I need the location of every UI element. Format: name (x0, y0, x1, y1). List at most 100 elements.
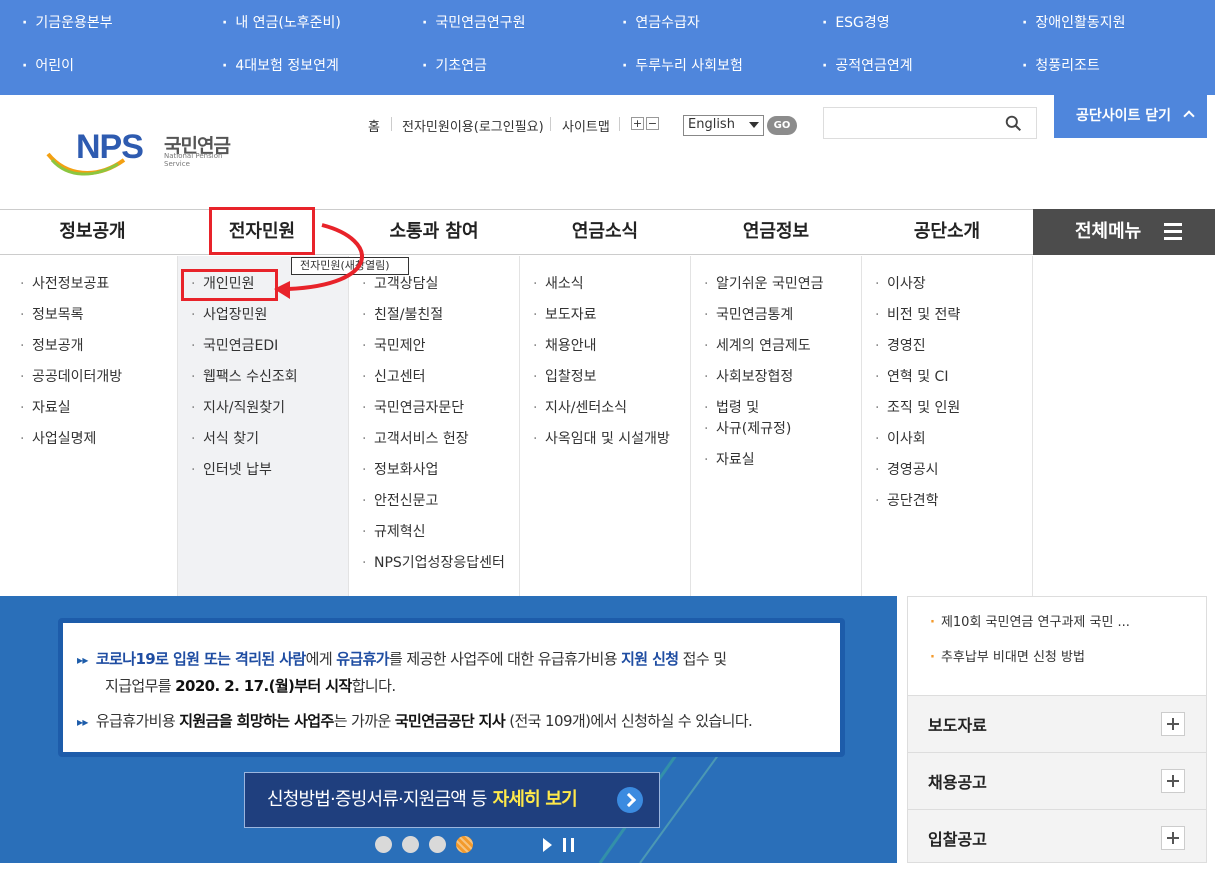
menu-item[interactable]: 국민연금통계 (704, 305, 793, 326)
menu-item[interactable]: 서식 찾기 (191, 429, 259, 450)
menu-item[interactable]: 안전신문고 (362, 491, 438, 512)
menu-item[interactable]: 인터넷 납부 (191, 460, 272, 481)
site-link-insurance[interactable]: 4대보험 정보연계 (222, 55, 339, 75)
zoom-out-button[interactable]: − (646, 117, 659, 130)
section-title[interactable]: 보도자료 (928, 712, 987, 736)
eservice-link[interactable]: 전자민원이용(로그인필요) (402, 116, 544, 135)
site-link-esg[interactable]: ESG경영 (822, 12, 889, 32)
close-site-button[interactable]: 공단사이트 닫기 (1054, 95, 1207, 138)
menu-item[interactable]: 정보화사업 (362, 460, 438, 481)
slide-dot-active[interactable] (456, 836, 473, 853)
menu-col-about: 이사장 비전 및 전략 경영진 연혁 및 CI 조직 및 인원 이사회 경영공시… (862, 256, 1033, 596)
nav-about[interactable]: 공단소개 (862, 210, 1032, 254)
menu-item[interactable]: 사회보장협정 (704, 367, 793, 388)
site-link-resort[interactable]: 청풍리조트 (1022, 55, 1099, 75)
menu-item[interactable]: 경영진 (875, 336, 926, 357)
menu-item[interactable]: 국민연금자문단 (362, 398, 464, 419)
notice-line-2: 지급업무를 2020. 2. 17.(월)부터 시작합니다. (105, 677, 396, 695)
site-link-durunuri[interactable]: 두루누리 사회보험 (622, 55, 743, 75)
highlight-box-personal (181, 269, 278, 301)
chevron-down-icon (749, 122, 759, 128)
menu-item[interactable]: 조직 및 인원 (875, 398, 960, 419)
all-menu-button[interactable]: 전체메뉴 (1033, 209, 1215, 255)
menu-item[interactable]: 법령 및 (704, 398, 759, 419)
logo-english: National Pension Service (164, 152, 223, 168)
menu-item[interactable]: 보도자료 (533, 305, 597, 326)
menu-item[interactable]: 정보공개 (20, 336, 84, 357)
slide-dot[interactable] (375, 836, 392, 853)
menu-item[interactable]: 공단견학 (875, 491, 939, 512)
menu-item[interactable]: 세계의 연금제도 (704, 336, 811, 357)
plus-icon[interactable] (1161, 712, 1185, 736)
menu-item[interactable]: 입찰정보 (533, 367, 597, 388)
menu-item[interactable]: 지사/직원찾기 (191, 398, 285, 419)
menu-item[interactable]: 국민제안 (362, 336, 426, 357)
section-title[interactable]: 채용공고 (928, 769, 987, 793)
menu-item[interactable]: 고객서비스 헌장 (362, 429, 469, 450)
list-item[interactable]: 제10회 국민연금 연구과제 국민 ... (930, 611, 1130, 630)
search-box (823, 107, 1037, 139)
site-link-disability[interactable]: 장애인활동지원 (1022, 12, 1125, 32)
divider (391, 117, 392, 131)
menu-item[interactable]: 경영공시 (875, 460, 939, 481)
menu-item-cont[interactable]: 사규(제규정) (704, 419, 791, 440)
nav-pension-info[interactable]: 연금정보 (690, 210, 862, 254)
sitemap-link[interactable]: 사이트맵 (562, 116, 610, 135)
site-link-fund[interactable]: 기금운용본부 (22, 12, 112, 32)
chevron-up-icon (1183, 110, 1195, 122)
slide-dot[interactable] (402, 836, 419, 853)
list-item[interactable]: 추후납부 비대면 신청 방법 (930, 646, 1085, 665)
play-icon[interactable] (543, 838, 552, 852)
menu-item[interactable]: 자료실 (20, 398, 71, 419)
search-input[interactable] (830, 108, 1000, 138)
plus-icon[interactable] (1161, 826, 1185, 850)
menu-item[interactable]: 채용안내 (533, 336, 597, 357)
menu-item[interactable]: 자료실 (704, 450, 755, 471)
menu-item[interactable]: 친절/불친절 (362, 305, 443, 326)
site-link-kids[interactable]: 어린이 (22, 55, 74, 75)
menu-col-communication: 고객상담실 친절/불친절 국민제안 신고센터 국민연금자문단 고객서비스 헌장 … (349, 256, 520, 596)
menu-item[interactable]: 새소식 (533, 274, 584, 295)
zoom-in-button[interactable]: + (631, 117, 644, 130)
language-select[interactable]: English (683, 115, 764, 136)
menu-item[interactable]: 규제혁신 (362, 522, 426, 543)
menu-item[interactable]: 공공데이터개방 (20, 367, 122, 388)
nps-logo[interactable]: NPS 국민연금 National Pension Service (46, 128, 246, 178)
menu-item[interactable]: 연혁 및 CI (875, 367, 948, 388)
menu-item[interactable]: NPS기업성장응답센터 (362, 553, 505, 574)
family-site-band: 기금운용본부 내 연금(노후준비) 국민연금연구원 연금수급자 ESG경영 장애… (0, 0, 1215, 95)
slide-dot[interactable] (429, 836, 446, 853)
plus-icon[interactable] (1161, 769, 1185, 793)
menu-item[interactable]: 이사장 (875, 274, 926, 295)
language-value: English (688, 117, 735, 132)
menu-item[interactable]: 국민연금EDI (191, 336, 278, 357)
menu-item[interactable]: 사업장민원 (191, 305, 267, 326)
menu-col-pension-info: 알기쉬운 국민연금 국민연금통계 세계의 연금제도 사회보장협정 법령 및 사규… (691, 256, 862, 596)
section-title[interactable]: 입찰공고 (928, 826, 987, 850)
site-link-research[interactable]: 국민연금연구원 (422, 12, 525, 32)
pause-icon[interactable] (563, 838, 574, 852)
menu-item[interactable]: 정보목록 (20, 305, 84, 326)
menu-item[interactable]: 지사/센터소식 (533, 398, 627, 419)
view-details-button[interactable]: 신청방법·증빙서류·지원금액 등 자세히 보기 (244, 772, 660, 828)
menu-item-text: 사규(제규정) (716, 421, 792, 437)
menu-item[interactable]: 이사회 (875, 429, 926, 450)
search-icon[interactable] (1005, 115, 1022, 132)
menu-item[interactable]: 사전정보공표 (20, 274, 109, 295)
nav-pension-news[interactable]: 연금소식 (520, 210, 690, 254)
divider (619, 117, 620, 131)
menu-item[interactable]: 알기쉬운 국민연금 (704, 274, 824, 295)
site-link-recipients[interactable]: 연금수급자 (622, 12, 699, 32)
menu-item[interactable]: 사업실명제 (20, 429, 96, 450)
menu-item[interactable]: 사옥임대 및 시설개방 (533, 429, 670, 450)
nav-info-disclosure[interactable]: 정보공개 (0, 210, 185, 254)
notice-line-1: ▸▸ 코로나19로 입원 또는 격리된 사람에게 유급휴가를 제공한 사업주에 대… (77, 650, 727, 668)
menu-item[interactable]: 웹팩스 수신조회 (191, 367, 298, 388)
site-link-public-pension[interactable]: 공적연금연계 (822, 55, 912, 75)
menu-item[interactable]: 신고센터 (362, 367, 426, 388)
site-link-basic-pension[interactable]: 기초연금 (422, 55, 487, 75)
home-link[interactable]: 홈 (368, 116, 380, 135)
menu-item[interactable]: 비전 및 전략 (875, 305, 960, 326)
language-go-button[interactable]: GO (767, 116, 797, 135)
site-link-my-pension[interactable]: 내 연금(노후준비) (222, 12, 341, 32)
